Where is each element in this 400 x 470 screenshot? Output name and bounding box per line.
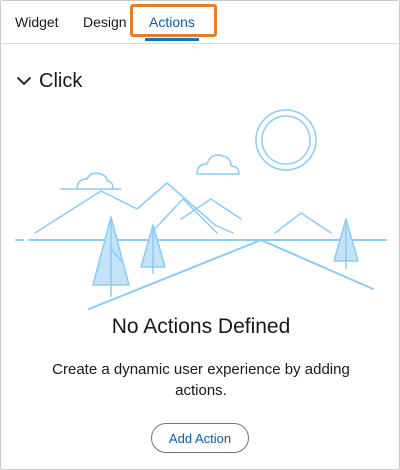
click-section-toggle[interactable]: Click — [15, 67, 82, 95]
chevron-down-icon — [17, 77, 31, 85]
tab-widget[interactable]: Widget — [15, 1, 59, 43]
section-title: Click — [39, 69, 83, 92]
mountains-right — [274, 212, 332, 234]
tab-design[interactable]: Design — [83, 1, 127, 43]
sun-outer-ring — [255, 109, 317, 171]
sun-inner-ring — [261, 115, 311, 165]
empty-state-description: Create a dynamic user experience by addi… — [52, 361, 350, 399]
add-action-button[interactable]: Add Action — [151, 423, 249, 453]
widget-properties-panel: Widget Design Actions Click No Actions D… — [0, 0, 400, 470]
empty-state-title: No Actions Defined — [111, 315, 291, 338]
mountains-left — [34, 182, 234, 234]
tab-bar: Widget Design Actions — [1, 1, 399, 44]
horizon — [15, 239, 387, 310]
tab-actions[interactable]: Actions — [145, 1, 199, 43]
cloud-left — [76, 172, 114, 190]
cloud-right — [196, 154, 240, 175]
empty-state-illustration — [15, 109, 387, 310]
